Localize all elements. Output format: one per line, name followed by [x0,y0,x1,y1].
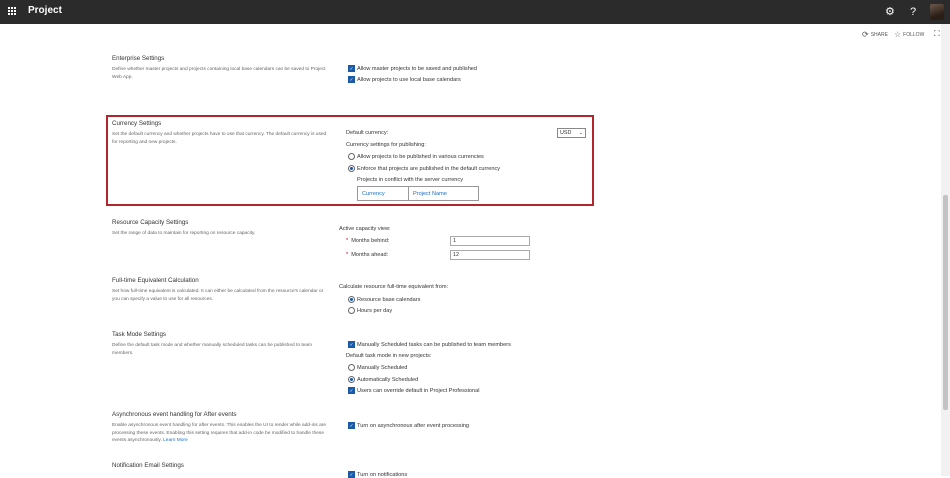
radio-icon [348,153,355,160]
async-events-title: Asynchronous event handling for After ev… [112,411,237,418]
share-icon: ⟳ [862,30,869,39]
resource-capacity-desc: Set the range of data to maintain for re… [112,231,256,236]
async-events-desc: Enable asynchronous event handling for a… [112,423,327,443]
async-processing-checkbox[interactable]: ✓ Turn on asynchronous after event proce… [348,422,469,429]
fte-desc: Set how full-time equivalent is calculat… [112,289,324,302]
manual-tasks-publish-checkbox[interactable]: ✓ Manually Scheduled tasks can be publis… [348,341,511,348]
checkbox-checked-icon: ✓ [348,471,355,478]
checkbox-checked-icon: ✓ [348,341,355,348]
required-mark: * [346,252,349,258]
avatar[interactable] [930,4,944,20]
checkbox-checked-icon: ✓ [348,422,355,429]
learn-more-link[interactable]: Learn More [163,438,188,443]
task-mode-title: Task Mode Settings [112,331,166,338]
allow-various-currencies-radio[interactable]: Allow projects to be published in variou… [348,153,484,160]
turn-on-notifications-checkbox[interactable]: ✓ Turn on notifications [348,471,407,478]
checkbox-checked-icon: ✓ [348,76,355,83]
required-mark: * [346,238,349,244]
months-ahead-input[interactable]: 12 [450,250,530,260]
months-behind-label: * Months behind: [346,238,390,244]
hours-per-day-radio[interactable]: Hours per day [348,307,392,314]
fte-title: Full-time Equivalent Calculation [112,277,199,284]
radio-selected-icon [348,165,355,172]
currency-highlight-box [106,115,594,206]
checkbox-checked-icon: ✓ [348,65,355,72]
help-icon[interactable]: ? [910,5,916,19]
column-header-currency[interactable]: Currency [358,187,409,200]
months-ahead-label: * Months ahead: [346,252,389,258]
share-button[interactable]: ⟳ SHARE [862,30,888,39]
manually-scheduled-radio[interactable]: Manually Scheduled [348,364,407,371]
enforce-default-currency-radio[interactable]: Enforce that projects are published in t… [348,165,500,172]
resource-capacity-title: Resource Capacity Settings [112,219,189,226]
waffle-icon[interactable] [8,7,17,16]
currency-settings-title: Currency Settings [112,120,162,127]
users-override-checkbox[interactable]: ✓ Users can override default in Project … [348,387,480,394]
star-icon: ☆ [894,30,902,39]
checkbox-checked-icon: ✓ [348,387,355,394]
default-task-mode-label: Default task mode in new projects: [346,353,432,359]
radio-icon [348,307,355,314]
currency-publishing-label: Currency settings for publishing: [346,142,426,148]
currency-conflict-label: Projects in conflict with the server cur… [357,177,464,183]
allow-master-projects-checkbox[interactable]: ✓ Allow master projects to be saved and … [348,65,477,72]
enterprise-settings-desc: Define whether master projects and proje… [112,67,326,80]
currency-conflict-table: Currency Project Name [357,186,479,201]
default-currency-select[interactable]: USD ⌄ [557,128,586,138]
notification-title: Notification Email Settings [112,462,184,469]
radio-icon [348,364,355,371]
default-currency-label: Default currency: [346,130,389,136]
task-mode-desc: Define the default task mode and whether… [112,343,312,356]
suite-bar: Project ⚙ ? [0,0,950,24]
gear-icon[interactable]: ⚙ [885,5,895,19]
column-header-project-name[interactable]: Project Name [409,187,447,200]
focus-icon[interactable]: ⛶ [934,29,940,39]
scrollbar-thumb[interactable] [943,195,948,410]
allow-local-calendars-checkbox[interactable]: ✓ Allow projects to use local base calen… [348,76,461,83]
chevron-down-icon: ⌄ [578,130,583,136]
app-title[interactable]: Project [28,5,62,16]
radio-selected-icon [348,376,355,383]
follow-button[interactable]: ☆ FOLLOW [894,30,924,39]
radio-selected-icon [348,296,355,303]
currency-settings-desc: Set the default currency and whether pro… [112,132,327,145]
resource-base-calendars-radio[interactable]: Resource base calendars [348,296,420,303]
months-behind-input[interactable]: 1 [450,236,530,246]
automatically-scheduled-radio[interactable]: Automatically Scheduled [348,376,418,383]
fte-calc-label: Calculate resource full-time equivalent … [339,284,449,290]
active-capacity-label: Active capacity view: [339,226,391,232]
enterprise-settings-title: Enterprise Settings [112,55,165,62]
